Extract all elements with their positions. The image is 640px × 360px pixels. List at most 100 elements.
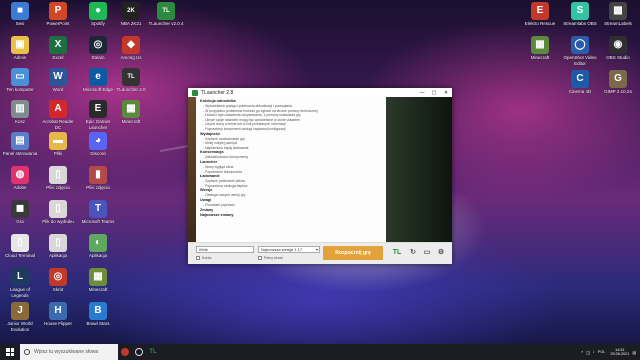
desktop-icon[interactable]: e Microsoft Edge bbox=[80, 68, 116, 93]
tlauncher-icon bbox=[192, 89, 198, 96]
desktop-icon[interactable]: ▤ Panel sterowania bbox=[2, 132, 38, 157]
desktop-icon[interactable]: ◐ Aplikacja bbox=[80, 234, 116, 259]
desktop-icon[interactable]: 2K NBA 2K21 bbox=[113, 2, 149, 27]
fullscreen-checkbox[interactable]: Pełny ekran bbox=[258, 256, 283, 260]
desktop-icon[interactable]: C Cinema 4D bbox=[562, 70, 598, 95]
desktop-icon-label: Streamlabs OBS bbox=[563, 21, 597, 26]
obs-icon bbox=[121, 348, 129, 356]
desktop-icon[interactable]: ▮ Pliki zdjęcia bbox=[80, 166, 116, 191]
desktop-icon[interactable]: ● Spotify bbox=[80, 2, 116, 27]
desktop-icon[interactable]: ▩ StreamLabels bbox=[600, 2, 636, 27]
desktop-icon[interactable]: E Epic Games Launcher bbox=[80, 100, 116, 130]
desktop-icon[interactable]: W Word bbox=[40, 68, 76, 93]
version-select[interactable]: Najnowsza wersja 1.17 ▾ bbox=[258, 246, 320, 253]
desktop-icon[interactable]: TL TLauncher 2.0 bbox=[113, 68, 149, 93]
desktop-icon[interactable]: ◎ Skrót bbox=[40, 268, 76, 293]
app-icon: S bbox=[571, 2, 589, 20]
desktop-icon[interactable]: A Acrobat Reader DC bbox=[40, 100, 76, 130]
app-icon: ■ bbox=[11, 2, 29, 20]
notifications-icon[interactable]: ▤ bbox=[632, 350, 636, 355]
desktop-icon[interactable]: T Microsoft Teams bbox=[80, 200, 116, 225]
close-icon[interactable]: ✕ bbox=[440, 90, 452, 96]
desktop-icon[interactable]: ▯ Plik do wydruku bbox=[40, 200, 76, 225]
desktop-icon-label: Discord bbox=[90, 151, 106, 156]
desktop-icon[interactable]: ■ Sesi bbox=[2, 2, 38, 27]
tray-chevron-icon[interactable]: ˄ bbox=[581, 350, 583, 354]
search-icon bbox=[24, 349, 30, 355]
desktop-icon[interactable]: ▦ Minecraft bbox=[80, 268, 116, 293]
desktop-icon[interactable]: B Brawl Stars bbox=[80, 302, 116, 327]
desktop-icon-label: Panel sterowania bbox=[2, 151, 38, 156]
desktop-icon[interactable]: S Streamlabs OBS bbox=[562, 2, 598, 27]
refresh-icon[interactable]: ↻ bbox=[408, 248, 418, 258]
search-placeholder: Wpisz tu wyszukiwane słowa bbox=[34, 349, 99, 355]
app-icon: ▮ bbox=[89, 166, 107, 184]
volume-icon[interactable]: ♪ bbox=[593, 350, 595, 354]
desktop-icon[interactable]: ◕ Discord bbox=[80, 132, 116, 157]
folder-icon[interactable]: ▭ bbox=[422, 248, 432, 258]
desktop-icon-label: Cinema 4D bbox=[568, 89, 592, 94]
desktop-icon[interactable]: ▯ Pliki zdjęcia bbox=[40, 166, 76, 191]
play-button[interactable]: Rozpocznij grę bbox=[323, 246, 383, 260]
app-icon: A bbox=[49, 100, 67, 118]
desktop-icon[interactable]: G GIMP 2.10.24 bbox=[600, 70, 636, 95]
desktop-icon[interactable]: P PowerPoint bbox=[40, 2, 76, 27]
desktop-icon[interactable]: ◯ OpenShot Video Editor bbox=[562, 36, 598, 66]
desktop-icon[interactable]: ▬ Pliki bbox=[40, 132, 76, 157]
desktop-icon[interactable]: E Elektro Rescue bbox=[522, 2, 558, 27]
app-icon: ▦ bbox=[89, 268, 107, 286]
desktop-icon-label: OpenShot Video Editor bbox=[563, 55, 597, 66]
desktop-icon-label: Plik do wydruku bbox=[42, 219, 74, 224]
clock[interactable]: 14:51 25.06.2021 bbox=[610, 348, 629, 357]
desktop-icon[interactable]: TL TLauncher v2.0.4 bbox=[148, 2, 184, 27]
desktop-icon[interactable]: ▯ Aplikacja bbox=[40, 234, 76, 259]
version-select-value: Najnowsza wersja 1.17 bbox=[261, 247, 303, 252]
desktop-icon-label: Minecraft bbox=[530, 55, 550, 60]
obs-taskbar-icon[interactable] bbox=[118, 344, 132, 360]
accounts-checkbox[interactable]: Konta bbox=[196, 256, 211, 260]
desktop-icon-label: StreamLabels bbox=[604, 21, 632, 26]
settings-icon[interactable]: ⚙ bbox=[436, 248, 446, 258]
desktop-icon[interactable]: J Junior World Evolution bbox=[2, 302, 38, 332]
desktop-icon[interactable]: ▦ Minecraft bbox=[522, 36, 558, 61]
desktop-icon-label: Elektro Rescue bbox=[524, 21, 556, 26]
app-icon: ▯ bbox=[49, 200, 67, 218]
desktop-icon[interactable]: ◍ Adobe bbox=[2, 166, 38, 191]
desktop-icon-label: NBA 2K21 bbox=[120, 21, 142, 26]
desktop-icon[interactable]: ◆ Among Us bbox=[113, 36, 149, 61]
desktop-icon[interactable]: ▣ Admin bbox=[2, 36, 38, 61]
minimize-icon[interactable]: — bbox=[416, 90, 428, 96]
network-icon[interactable]: ◫ bbox=[586, 350, 590, 355]
launcher-content: Kolekcja odnośnika - Wyświetlanie postępu… bbox=[188, 97, 452, 242]
desktop-icon[interactable]: ▭ Ten komputer bbox=[2, 68, 38, 93]
desktop-icon[interactable]: ◎ Steam bbox=[80, 36, 116, 61]
desktop-icon[interactable]: ▦ Minecraft bbox=[113, 100, 149, 125]
desktop-icon[interactable]: X Excel bbox=[40, 36, 76, 61]
desktop-icon[interactable]: ▥ Kosz bbox=[2, 100, 38, 125]
tlauncher-taskbar-icon[interactable]: TL bbox=[146, 344, 160, 360]
tlauncher-logo-icon[interactable]: TL bbox=[392, 248, 402, 258]
language-indicator[interactable]: POL bbox=[598, 350, 606, 354]
app-icon: ▥ bbox=[11, 100, 29, 118]
maximize-icon[interactable]: ▢ bbox=[428, 90, 440, 96]
desktop-icon-label: Word bbox=[52, 87, 64, 92]
chevron-down-icon: ▾ bbox=[315, 247, 318, 252]
news-panel[interactable]: Kolekcja odnośnika - Wyświetlanie postępu… bbox=[196, 97, 386, 242]
start-button[interactable] bbox=[0, 344, 20, 360]
desktop-icon[interactable]: ◉ OBS Studio bbox=[600, 36, 636, 61]
task-view-icon[interactable] bbox=[132, 344, 146, 360]
desktop-icon[interactable]: L League of Legends bbox=[2, 268, 38, 298]
taskbar-search[interactable]: Wpisz tu wyszukiwane słowa bbox=[20, 344, 118, 360]
desktop-icon[interactable]: H House Flipper bbox=[40, 302, 76, 327]
desktop-icon[interactable]: ◼ Gra bbox=[2, 200, 38, 225]
desktop-icon[interactable]: ▯ Cloud Terminal bbox=[2, 234, 38, 259]
username-input[interactable]: Wnik bbox=[196, 246, 254, 253]
desktop-icon-label: Excel bbox=[52, 55, 64, 60]
system-tray: ˄ ◫ ♪ POL 14:51 25.06.2021 ▤ bbox=[581, 348, 640, 357]
taskbar: Wpisz tu wyszukiwane słowa TL ˄ ◫ ♪ POL … bbox=[0, 344, 640, 360]
app-icon: ◎ bbox=[49, 268, 67, 286]
title-bar[interactable]: TLauncher 2.8 — ▢ ✕ bbox=[188, 88, 452, 97]
app-icon: ◕ bbox=[89, 132, 107, 150]
clock-date: 25.06.2021 bbox=[610, 352, 630, 356]
desktop-icon-label: Ten komputer bbox=[6, 87, 34, 92]
